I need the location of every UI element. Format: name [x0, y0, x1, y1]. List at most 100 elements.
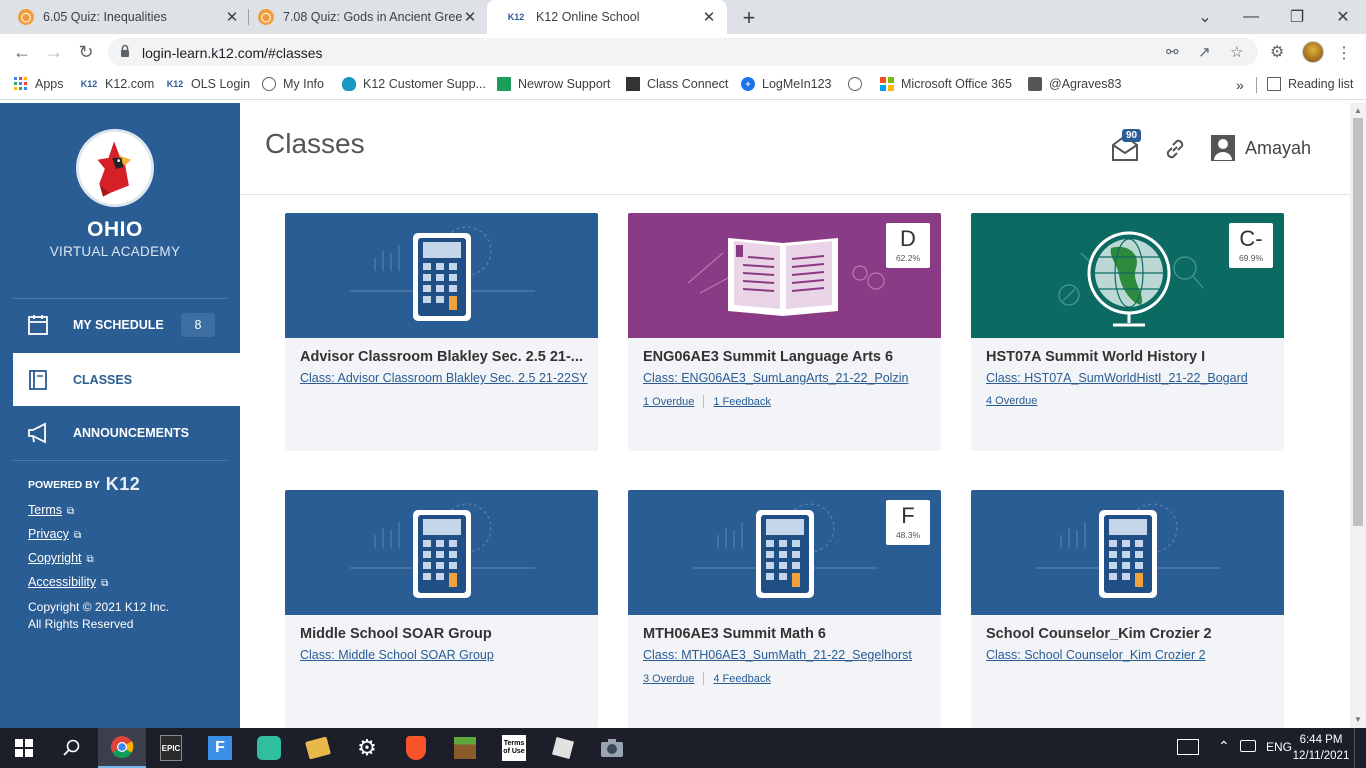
window-close-icon[interactable]: ✕ [1320, 0, 1366, 34]
link-icon[interactable] [1162, 136, 1188, 162]
share-icon[interactable]: ↗ [1198, 43, 1211, 61]
discord-icon[interactable] [245, 728, 293, 768]
chrome-icon[interactable] [98, 728, 146, 768]
tab-search-chevron-icon[interactable]: ⌄ [1182, 0, 1228, 34]
minecraft-icon[interactable] [441, 728, 489, 768]
bookmark-agraves83[interactable]: @Agraves83 [1028, 77, 1121, 91]
nav-announcements[interactable]: ANNOUNCEMENTS [13, 406, 240, 459]
cardinal-icon [97, 141, 131, 197]
scroll-down-icon[interactable]: ▼ [1354, 715, 1362, 724]
user-name[interactable]: Amayah [1245, 138, 1311, 159]
profile-avatar[interactable] [1302, 41, 1324, 63]
copyright-link[interactable]: Copyright ⧉ [28, 551, 94, 565]
overdue-link[interactable]: 1 Overdue [643, 396, 694, 408]
back-icon[interactable]: ← [10, 40, 34, 64]
epic-games-icon[interactable]: EPIC [147, 728, 195, 768]
tab-quiz-gods[interactable]: ◯ 7.08 Quiz: Gods in Ancient Greec ✕ [240, 0, 488, 34]
class-title[interactable]: HST07A Summit World History I [986, 349, 1271, 365]
folder-icon[interactable] [294, 728, 342, 768]
close-icon[interactable]: ✕ [701, 8, 717, 26]
new-tab-button[interactable]: + [737, 5, 761, 31]
class-title[interactable]: MTH06AE3 Summit Math 6 [643, 626, 928, 642]
page-scrollbar[interactable]: ▲ ▼ [1350, 103, 1366, 728]
network-icon[interactable] [1240, 740, 1256, 752]
class-title[interactable]: ENG06AE3 Summit Language Arts 6 [643, 349, 928, 365]
terms-link[interactable]: Terms ⧉ [28, 503, 74, 517]
class-link[interactable]: Class: ENG06AE3_SumLangArts_21-22_Polzin [643, 371, 908, 385]
class-card[interactable]: D 62.2% ENG06AE3 Summit Language Arts 6 … [628, 213, 941, 451]
bookmark-ols-login[interactable]: K12 OLS Login [166, 77, 250, 91]
scrollbar-thumb[interactable] [1353, 118, 1363, 526]
reading-list-button[interactable]: Reading list [1267, 77, 1353, 91]
accessibility-link[interactable]: Accessibility ⧉ [28, 575, 108, 589]
overdue-link[interactable]: 4 Overdue [986, 395, 1037, 407]
show-hidden-icons-icon[interactable]: ⌃ [1218, 738, 1230, 755]
more-bookmarks-button[interactable]: » [1236, 77, 1244, 93]
menu-dots-icon[interactable]: ⋮ [1336, 43, 1352, 63]
restore-icon[interactable]: ❐ [1274, 0, 1320, 34]
minimize-icon[interactable]: — [1228, 0, 1274, 34]
tab-quiz-inequalities[interactable]: ◯ 6.05 Quiz: Inequalities ✕ [0, 0, 250, 34]
class-link[interactable]: Class: Advisor Classroom Blakley Sec. 2.… [300, 371, 588, 385]
nav-classes[interactable]: CLASSES [13, 353, 240, 406]
k12-icon: K12 [80, 79, 98, 89]
bookmark-newrow-support[interactable]: Newrow Support [497, 77, 610, 91]
feedback-link[interactable]: 1 Feedback [713, 396, 770, 408]
reload-icon[interactable]: ↻ [74, 40, 98, 64]
class-title[interactable]: School Counselor_Kim Crozier 2 [986, 626, 1271, 642]
overdue-link[interactable]: 3 Overdue [643, 673, 694, 685]
terms-of-use-icon[interactable]: Terms of Use [490, 728, 538, 768]
language-indicator[interactable]: ENG [1266, 740, 1292, 754]
bookmark-k12[interactable]: K12 K12.com [80, 77, 155, 91]
user-icon[interactable] [1210, 134, 1236, 162]
bookmark-class-connect[interactable]: Class Connect [626, 77, 728, 91]
camera-icon[interactable] [588, 728, 636, 768]
bookmark-globe[interactable] [848, 77, 869, 91]
class-banner[interactable] [285, 213, 598, 338]
class-title[interactable]: Middle School SOAR Group [300, 626, 585, 642]
close-icon[interactable]: ✕ [224, 8, 240, 26]
powered-by-label: POWERED BY [28, 478, 100, 491]
apps-grid-icon [14, 77, 27, 90]
class-card[interactable]: Advisor Classroom Blakley Sec. 2.5 21-..… [285, 213, 598, 451]
roblox-icon[interactable] [539, 728, 587, 768]
logmein-icon: + [741, 77, 755, 91]
system-clock[interactable]: 6:44 PM 12/11/2021 [1290, 732, 1352, 764]
newrow-icon [497, 77, 511, 91]
class-card[interactable]: School Counselor_Kim Crozier 2 Class: Sc… [971, 490, 1284, 728]
privacy-link[interactable]: Privacy ⧉ [28, 527, 81, 541]
class-banner[interactable] [971, 490, 1284, 615]
bookmark-label: OLS Login [191, 77, 251, 91]
bookmark-my-info[interactable]: My Info [262, 77, 324, 91]
bookmark-k12-customer-support[interactable]: K12 Customer Supp... [342, 77, 486, 91]
class-title[interactable]: Advisor Classroom Blakley Sec. 2.5 21-..… [300, 349, 585, 365]
close-icon[interactable]: ✕ [462, 8, 478, 26]
class-link[interactable]: Class: Middle School SOAR Group [300, 648, 494, 662]
class-card[interactable]: C- 69.9% HST07A Summit World History I C… [971, 213, 1284, 451]
brave-icon[interactable] [392, 728, 440, 768]
forward-icon[interactable]: → [42, 40, 66, 64]
tab-k12-online-school[interactable]: K12 K12 Online School ✕ [487, 0, 727, 34]
show-desktop-button[interactable] [1354, 728, 1366, 768]
key-icon[interactable]: ⚯ [1166, 43, 1179, 61]
bookmark-microsoft-office-365[interactable]: Microsoft Office 365 [880, 77, 1012, 91]
class-card[interactable]: F 48.3% MTH06AE3 Summit Math 6 Class: MT… [628, 490, 941, 728]
settings-gear-icon[interactable]: ⚙ [343, 728, 391, 768]
class-link[interactable]: Class: School Counselor_Kim Crozier 2 [986, 648, 1206, 662]
windows-start-icon[interactable] [0, 728, 48, 768]
class-link[interactable]: Class: HST07A_SumWorldHistI_21-22_Bogard [986, 371, 1248, 385]
extensions-icon[interactable]: ⚙ [1270, 42, 1284, 62]
star-icon[interactable]: ☆ [1230, 43, 1243, 61]
scroll-up-icon[interactable]: ▲ [1354, 106, 1362, 115]
class-link[interactable]: Class: MTH06AE3_SumMath_21-22_Segelhorst [643, 648, 912, 662]
bookmark-apps[interactable]: Apps [14, 77, 64, 91]
action-center-icon[interactable] [1177, 739, 1199, 755]
fortnite-icon[interactable]: F [196, 728, 244, 768]
bookmark-logmein123[interactable]: + LogMeIn123 [741, 77, 832, 91]
nav-my-schedule[interactable]: MY SCHEDULE 8 [13, 298, 240, 351]
address-bar[interactable]: login-learn.k12.com/#classes ⚯ ↗ ☆ [108, 38, 1258, 66]
class-card[interactable]: Middle School SOAR Group Class: Middle S… [285, 490, 598, 728]
class-banner[interactable] [285, 490, 598, 615]
feedback-link[interactable]: 4 Feedback [713, 673, 770, 685]
search-icon[interactable] [48, 728, 96, 768]
